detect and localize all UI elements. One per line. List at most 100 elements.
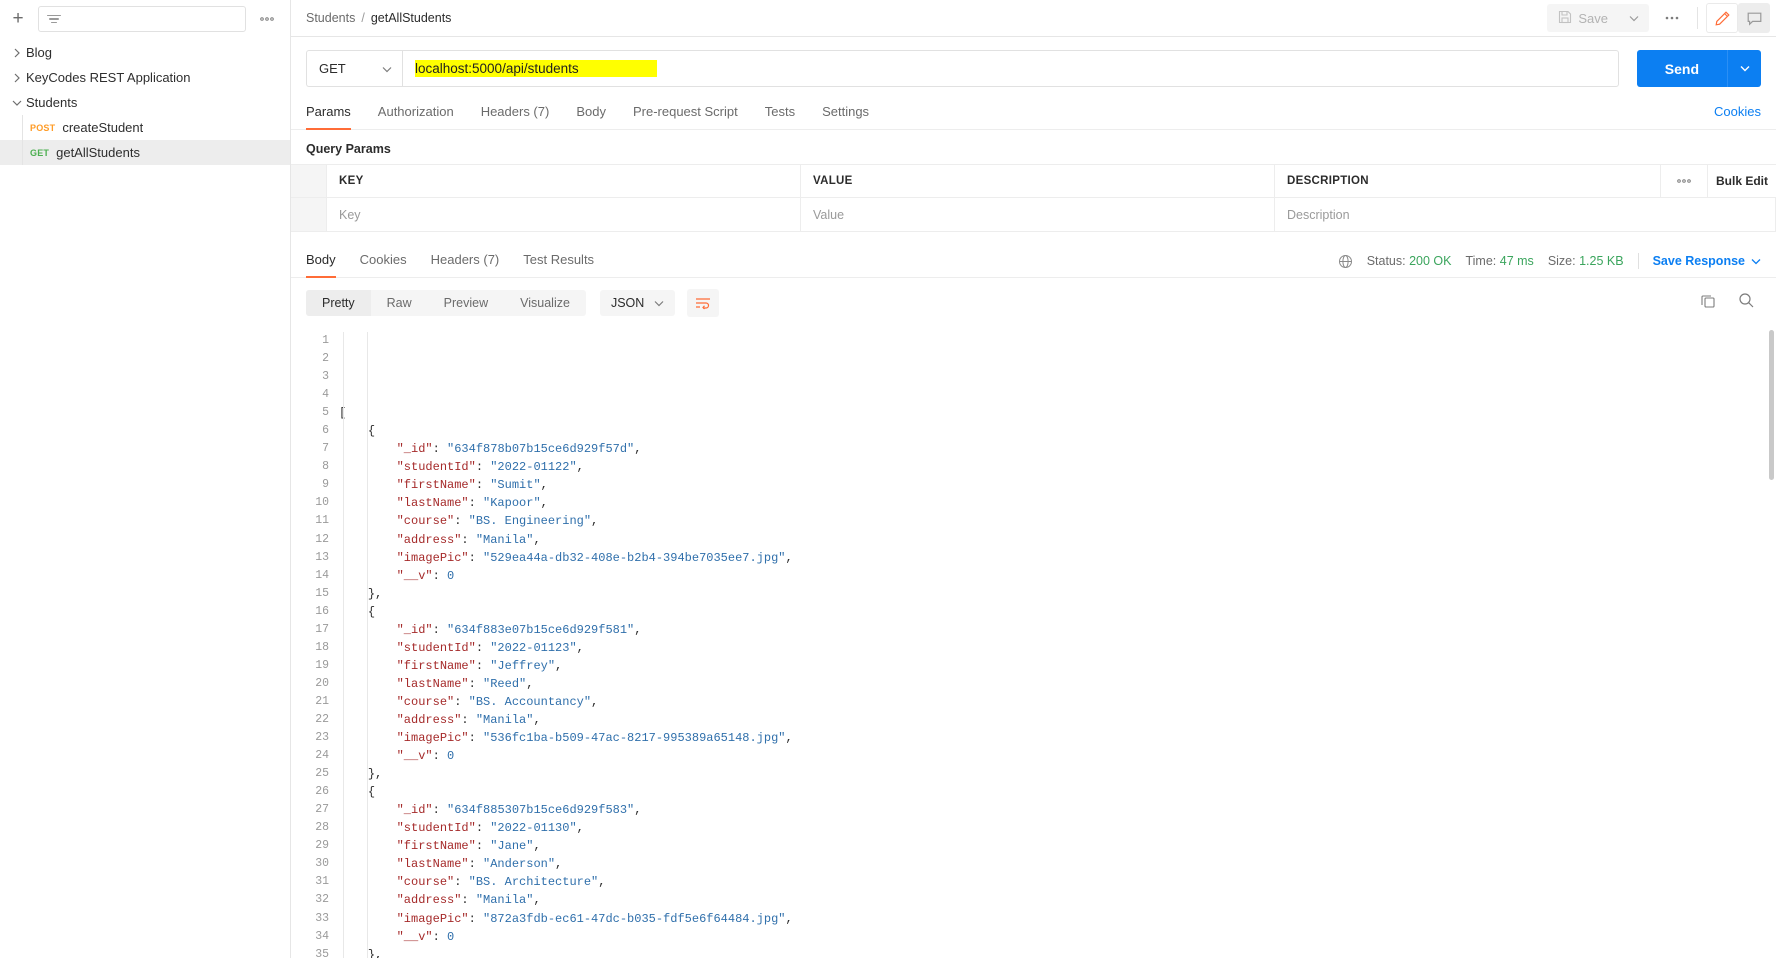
code-line: "imagePic": "536fc1ba-b509-47ac-8217-995…: [339, 729, 1776, 747]
response-body-viewer[interactable]: 1 2 3 4 5 6 7 8 9 10 11 12 13 14 15 16 17 18 19 20 21 22 23 24 2…: [291, 328, 1776, 958]
tab-pre-request-script[interactable]: Pre-request Script: [633, 100, 738, 129]
send-group: Send: [1636, 50, 1761, 87]
bulk-edit-button[interactable]: Bulk Edit: [1708, 165, 1776, 197]
response-tab-cookies[interactable]: Cookies: [360, 248, 407, 277]
json-response-body[interactable]: [ { "_id": "634f878b07b15ce6d929f57d", "…: [339, 328, 1776, 958]
edit-pencil-icon[interactable]: [1706, 3, 1738, 33]
code-token: "__v": [396, 568, 433, 583]
row-select-cell[interactable]: [291, 198, 327, 231]
table-row[interactable]: Key Value Description: [291, 198, 1776, 231]
param-key-input[interactable]: Key: [327, 198, 801, 231]
code-line: "course": "BS. Architecture",: [339, 873, 1776, 891]
code-line: "lastName": "Anderson",: [339, 855, 1776, 873]
code-token: ,: [555, 857, 563, 872]
response-meta: Status: 200 OK Time: 47 ms Size: 1.25 KB…: [1338, 253, 1761, 277]
code-token: :: [432, 803, 448, 818]
filter-icon: [47, 13, 61, 25]
code-token: "_id": [396, 803, 433, 818]
copy-icon[interactable]: [1700, 293, 1716, 314]
sidebar-item-students[interactable]: Students: [0, 90, 290, 115]
code-token: "firstName": [396, 478, 476, 493]
wrap-lines-icon[interactable]: [687, 289, 720, 317]
send-dropdown-chevron-down-icon[interactable]: [1727, 50, 1761, 87]
cookies-link[interactable]: Cookies: [1714, 104, 1761, 129]
url-value: localhost:5000/api/students: [415, 60, 579, 77]
save-response-button[interactable]: Save Response: [1653, 254, 1761, 268]
code-line: "__v": 0: [339, 928, 1776, 946]
code-token: ,: [533, 839, 541, 854]
tab-tests[interactable]: Tests: [765, 100, 795, 129]
send-button[interactable]: Send: [1636, 50, 1727, 87]
code-token: "lastName": [396, 496, 469, 511]
code-token: ,: [591, 694, 599, 709]
params-more-icon[interactable]: [1661, 165, 1708, 197]
code-token: {: [367, 424, 376, 439]
sidebar-request-createstudent[interactable]: POST createStudent: [0, 115, 290, 140]
code-token: ,: [785, 911, 793, 926]
save-dropdown-chevron-down-icon[interactable]: [1619, 4, 1649, 32]
method-select[interactable]: GET: [306, 50, 402, 87]
breadcrumb-separator: /: [361, 11, 365, 25]
code-token: ,: [576, 460, 584, 475]
tab-headers[interactable]: Headers (7): [481, 100, 550, 129]
search-icon[interactable]: [1738, 292, 1755, 314]
sidebar-request-getallstudents[interactable]: GET getAllStudents: [0, 140, 290, 165]
code-token: :: [475, 460, 491, 475]
code-token: ,: [591, 514, 599, 529]
code-token: ,: [598, 875, 606, 890]
code-line: "course": "BS. Engineering",: [339, 512, 1776, 530]
code-line: "address": "Manila",: [339, 711, 1776, 729]
param-value-input[interactable]: Value: [801, 198, 1275, 231]
response-scrollbar[interactable]: [1767, 328, 1776, 958]
sidebar-more-icon[interactable]: [254, 7, 280, 31]
code-line: "address": "Manila",: [339, 531, 1776, 549]
code-line: "_id": "634f885307b15ce6d929f583",: [339, 801, 1776, 819]
request-more-icon[interactable]: [1655, 4, 1689, 32]
response-format-select[interactable]: JSON: [599, 290, 676, 316]
chevron-down-icon: [654, 296, 664, 310]
tab-settings[interactable]: Settings: [822, 100, 869, 129]
tab-authorization[interactable]: Authorization: [378, 100, 454, 129]
collection-list: Blog KeyCodes REST Application Students …: [0, 37, 290, 958]
url-input[interactable]: localhost:5000/api/students: [402, 50, 1619, 87]
new-item-button[interactable]: +: [6, 7, 30, 31]
code-token: ,: [576, 640, 584, 655]
code-token: "536fc1ba-b509-47ac-8217-995389a65148.jp…: [483, 731, 786, 746]
code-token: ,: [785, 731, 793, 746]
save-button[interactable]: Save: [1547, 4, 1619, 32]
view-mode-preview[interactable]: Preview: [428, 290, 504, 316]
comment-icon[interactable]: [1738, 3, 1770, 33]
breadcrumb-collection[interactable]: Students: [306, 11, 355, 25]
code-token: :: [468, 676, 484, 691]
tab-body[interactable]: Body: [576, 100, 606, 129]
response-tab-headers[interactable]: Headers (7): [431, 248, 500, 277]
time-label: Time: 47 ms: [1465, 254, 1534, 268]
code-line: "_id": "634f878b07b15ce6d929f57d",: [339, 440, 1776, 458]
view-mode-raw[interactable]: Raw: [371, 290, 428, 316]
response-body-actions: [1700, 292, 1761, 314]
code-token: "__v": [396, 749, 433, 764]
scrollbar-thumb[interactable]: [1769, 330, 1774, 480]
code-token: "634f883e07b15ce6d929f581": [447, 622, 635, 637]
code-token: :: [432, 622, 448, 637]
code-line: "lastName": "Kapoor",: [339, 494, 1776, 512]
code-token: ,: [634, 442, 642, 457]
code-line: {: [339, 422, 1776, 440]
response-tab-test-results[interactable]: Test Results: [523, 248, 594, 277]
status-label: Status: 200 OK: [1366, 254, 1452, 268]
response-tab-body[interactable]: Body: [306, 248, 336, 278]
breadcrumb: Students / getAllStudents: [306, 11, 451, 25]
sidebar-item-keycodes-rest-application[interactable]: KeyCodes REST Application: [0, 65, 290, 90]
code-token: :: [468, 550, 484, 565]
line-number: 1: [322, 334, 329, 347]
view-mode-pretty[interactable]: Pretty: [306, 290, 371, 316]
sidebar-item-blog[interactable]: Blog: [0, 40, 290, 65]
line-number: 10: [315, 496, 329, 510]
sidebar-filter-input[interactable]: [38, 5, 246, 32]
param-description-input[interactable]: Description: [1275, 198, 1776, 231]
code-token: ,: [576, 821, 584, 836]
line-number: 8: [322, 460, 329, 474]
view-mode-visualize[interactable]: Visualize: [504, 290, 586, 316]
line-number: 17: [315, 622, 329, 636]
tab-params[interactable]: Params: [306, 100, 351, 130]
